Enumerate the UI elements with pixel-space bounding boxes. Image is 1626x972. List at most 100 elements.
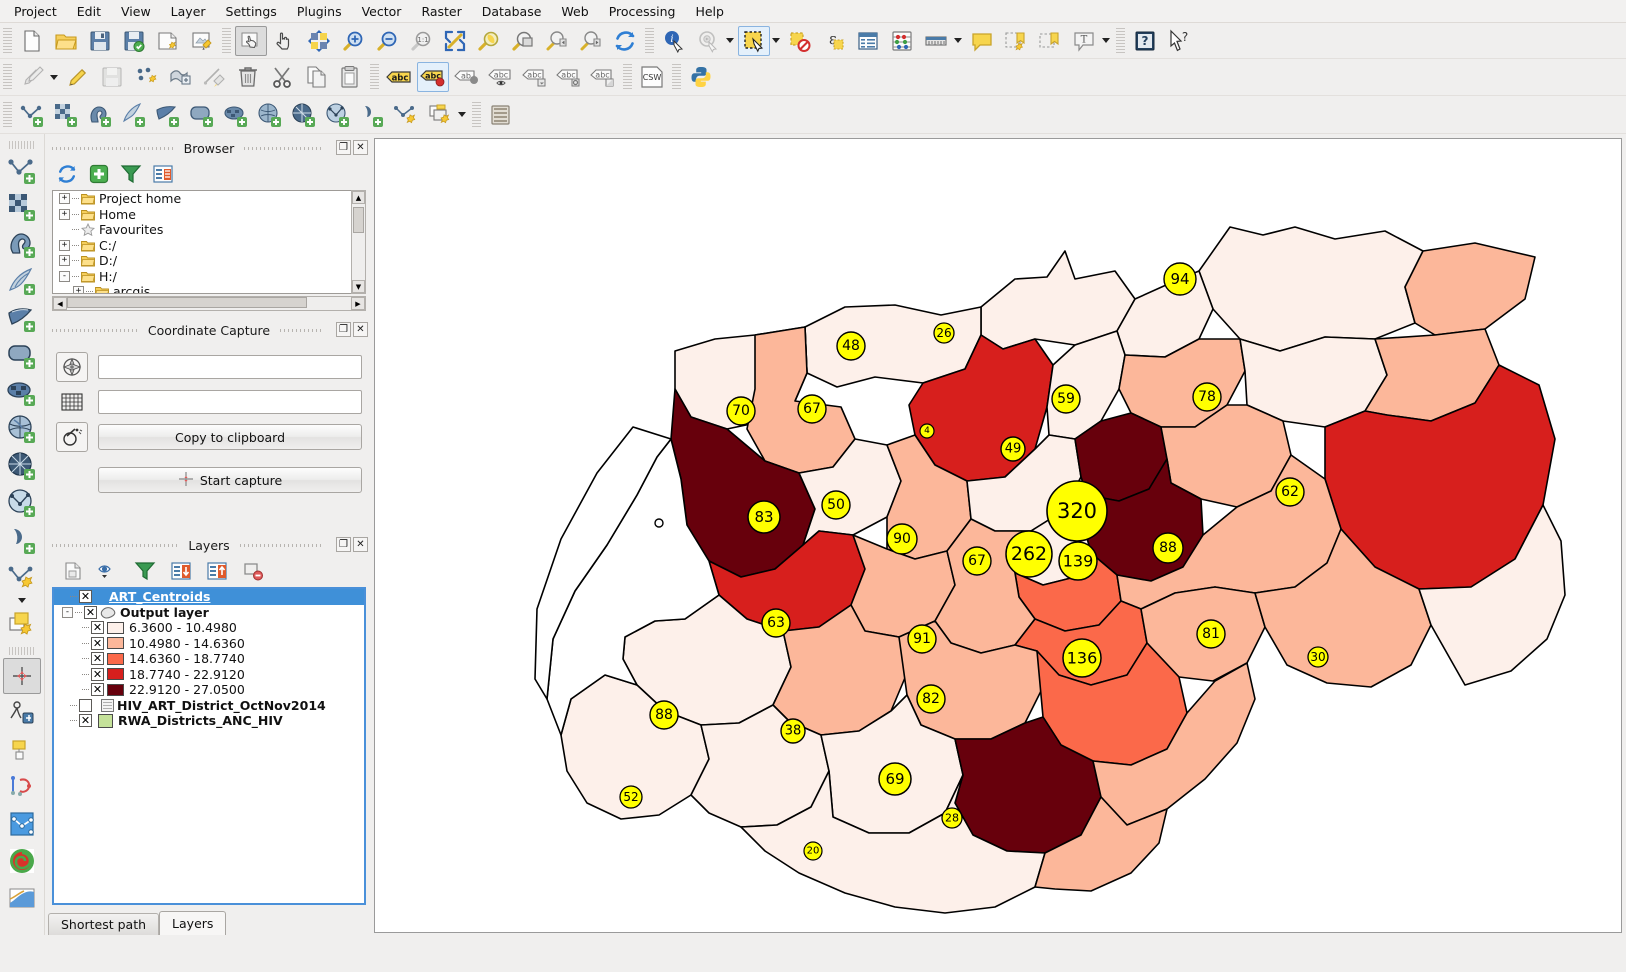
coordinate-capture-icon[interactable] (3, 658, 41, 694)
layer-visibility-checkbox[interactable]: ✕ (79, 714, 92, 728)
text-annotation-icon[interactable]: T (1068, 26, 1100, 56)
add-delimited-text-layer-icon[interactable] (3, 522, 41, 558)
menu-database[interactable]: Database (472, 1, 552, 22)
float-panel-icon[interactable]: ❐ (336, 140, 351, 155)
add-wfs-layer-icon[interactable] (322, 100, 354, 130)
add-feature-icon[interactable] (130, 62, 162, 92)
class-visibility-checkbox[interactable]: ✕ (91, 667, 104, 681)
help-contents-icon[interactable]: ? (1129, 26, 1161, 56)
new-spatialite-layer-icon[interactable] (3, 607, 41, 643)
interpolation-icon[interactable] (3, 880, 41, 916)
new-print-composer-icon[interactable] (152, 26, 184, 56)
zoom-last-icon[interactable] (541, 26, 573, 56)
manage-map-themes-button[interactable] (96, 558, 122, 584)
heatmap-icon[interactable] (3, 843, 41, 879)
add-mssql-layer-icon[interactable] (3, 300, 41, 336)
add-vector-layer-icon[interactable] (3, 152, 41, 188)
save-project-as-icon[interactable] (118, 26, 150, 56)
toolbar-grip[interactable] (3, 27, 12, 54)
class-visibility-checkbox[interactable]: ✕ (91, 621, 104, 635)
zoom-out-icon[interactable] (371, 26, 403, 56)
expander-icon[interactable]: + (59, 255, 70, 267)
layer-item-rwa-districts[interactable]: ✕ RWA_Districts_ANC_HIV (54, 713, 364, 729)
pan-map-icon[interactable] (269, 26, 301, 56)
zoom-in-icon[interactable] (337, 26, 369, 56)
add-wfs-layer-icon[interactable] (3, 485, 41, 521)
menu-settings[interactable]: Settings (216, 1, 287, 22)
chevron-down-icon[interactable] (1102, 38, 1110, 43)
new-bookmark-icon[interactable] (1000, 26, 1032, 56)
current-edits-icon[interactable] (62, 62, 94, 92)
class-visibility-checkbox[interactable]: ✕ (91, 683, 104, 697)
toolbar-grip[interactable] (9, 141, 35, 149)
crs-selector-icon[interactable] (56, 352, 88, 382)
menu-layer[interactable]: Layer (161, 1, 216, 22)
browser-item-favourites[interactable]: Favourites (53, 222, 365, 238)
open-layer-styling-button[interactable] (60, 558, 86, 584)
whats-this-icon[interactable]: ? (1163, 26, 1195, 56)
toolbar-grip[interactable] (9, 647, 35, 655)
canvas-crs-input[interactable] (98, 355, 362, 379)
menu-project[interactable]: Project (4, 1, 67, 22)
copy-to-clipboard-button[interactable]: Copy to clipboard (98, 424, 362, 450)
filter-legend-button[interactable] (132, 558, 158, 584)
layer-visibility-checkbox[interactable]: ✕ (79, 590, 92, 604)
capture-mouse-icon[interactable] (56, 422, 88, 452)
close-icon[interactable]: ✕ (353, 537, 368, 552)
add-postgis-layer-icon[interactable] (84, 100, 116, 130)
road-graph-icon[interactable] (3, 769, 41, 805)
add-wcs-layer-icon[interactable] (3, 448, 41, 484)
add-db2-layer-icon[interactable] (220, 100, 252, 130)
new-shapefile-layer-icon[interactable] (390, 100, 422, 130)
menu-edit[interactable]: Edit (67, 1, 111, 22)
scrollbar-track[interactable] (67, 297, 351, 310)
python-console-icon[interactable] (685, 62, 717, 92)
identify-features-icon[interactable]: i (658, 26, 690, 56)
map-tips-icon[interactable] (966, 26, 998, 56)
gps-tools-icon[interactable] (3, 695, 41, 731)
legend-class-row[interactable]: ✕ 22.9120 - 27.0500 (54, 682, 364, 698)
float-panel-icon[interactable]: ❐ (336, 322, 351, 337)
rotate-label-icon[interactable]: abc (553, 62, 585, 92)
add-wms-layer-icon[interactable] (254, 100, 286, 130)
zoom-full-icon[interactable] (439, 26, 471, 56)
touch-zoom-pan-icon[interactable] (235, 25, 267, 56)
expander-icon[interactable]: + (59, 239, 70, 251)
expander-icon[interactable]: - (59, 270, 70, 282)
menu-vector[interactable]: Vector (352, 1, 412, 22)
run-feature-action-icon[interactable] (692, 26, 724, 56)
save-layer-edits-icon[interactable] (96, 62, 128, 92)
add-spatialite-layer-icon[interactable] (118, 100, 150, 130)
browser-item-arcgis[interactable]: + arcgis (53, 284, 365, 293)
add-mssql-layer-icon[interactable] (152, 100, 184, 130)
browser-item-c-drive[interactable]: + C:/ (53, 238, 365, 254)
start-capture-button[interactable]: Start capture (98, 467, 362, 493)
close-icon[interactable]: ✕ (353, 140, 368, 155)
scroll-right-arrow[interactable]: ▶ (351, 297, 365, 310)
add-oracle-layer-icon[interactable] (186, 100, 218, 130)
legend-class-row[interactable]: ✕ 6.3600 - 10.4980 (54, 620, 364, 636)
paste-features-icon[interactable] (334, 62, 366, 92)
new-spatialite-layer-icon[interactable] (424, 100, 456, 130)
tab-layers[interactable]: Layers (159, 911, 227, 935)
filter-browser-button[interactable] (118, 161, 144, 187)
grid-crs-icon[interactable] (56, 387, 88, 417)
delete-selected-icon[interactable] (232, 62, 264, 92)
add-vector-layer-icon[interactable] (16, 100, 48, 130)
collapse-all-button[interactable] (150, 161, 176, 187)
tab-shortest-path[interactable]: Shortest path (48, 913, 160, 935)
toolbar-grip[interactable] (370, 64, 379, 90)
csw-client-icon[interactable]: CSW (636, 62, 668, 92)
expand-all-button[interactable] (168, 558, 194, 584)
browser-item-d-drive[interactable]: + D:/ (53, 253, 365, 269)
menu-plugins[interactable]: Plugins (287, 1, 352, 22)
toolbar-grip[interactable] (3, 101, 12, 128)
toolbar-grip[interactable] (3, 64, 12, 90)
layer-item-hiv-art-district[interactable]: ✕ HIV_ART_District_OctNov2014 (54, 698, 364, 714)
scroll-left-arrow[interactable]: ◀ (53, 297, 67, 310)
browser-item-h-drive[interactable]: - H:/ (53, 269, 365, 285)
move-label-icon[interactable]: ab (451, 62, 483, 92)
measure-line-icon[interactable] (920, 26, 952, 56)
toolbar-grip[interactable] (672, 64, 681, 90)
georeferencer-icon[interactable] (3, 732, 41, 768)
